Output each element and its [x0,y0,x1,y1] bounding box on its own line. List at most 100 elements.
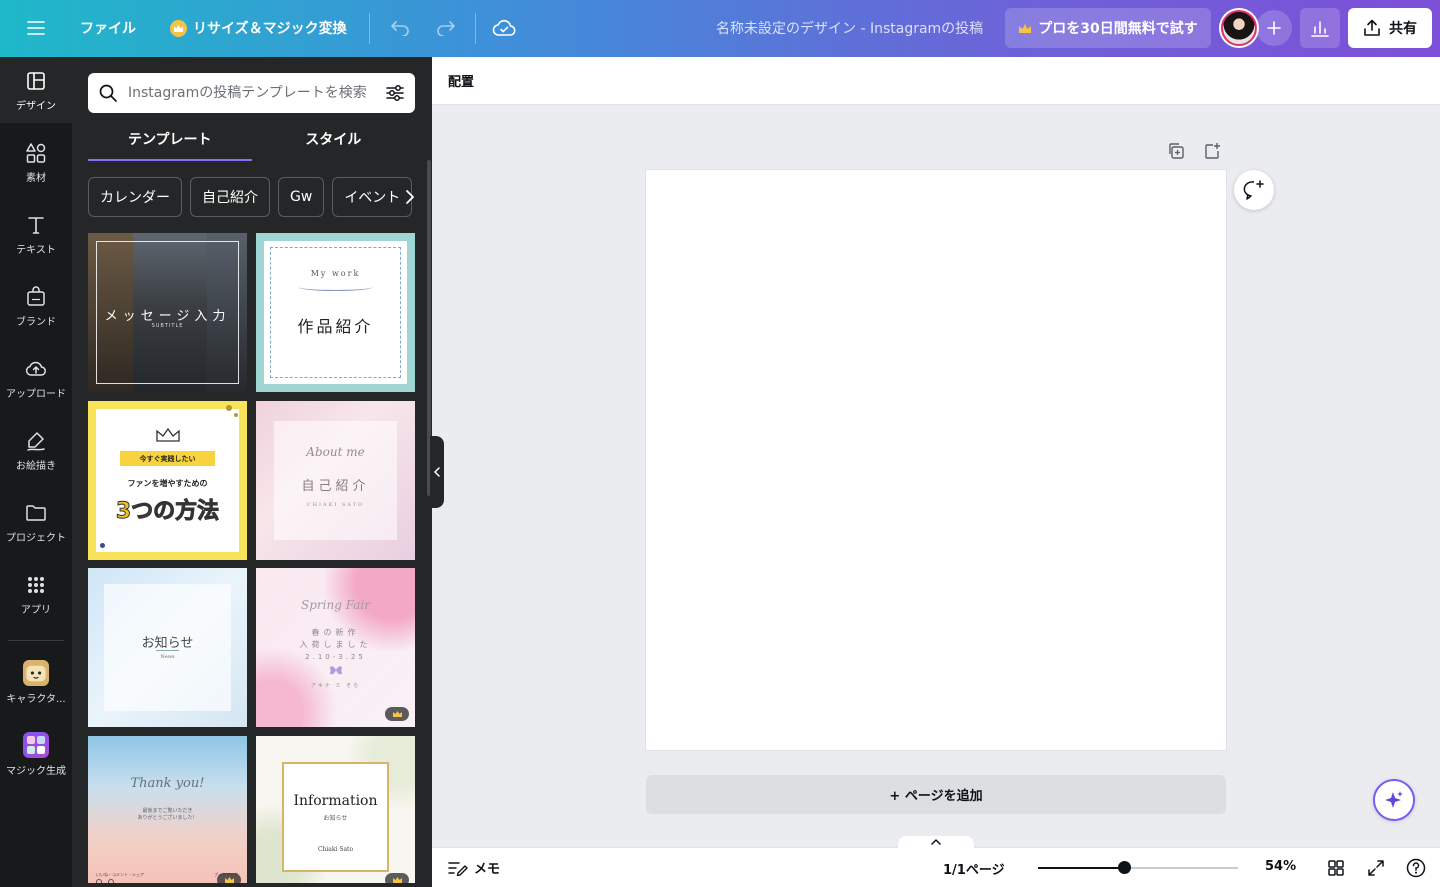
left-rail: デザイン 素材 テキスト ブランド アップロード お絵描き プロジェクト アプリ [0,57,72,887]
text-icon [28,216,44,234]
document-title[interactable]: 名称未設定のデザイン - Instagramの投稿 [716,17,983,39]
rail-item-label: アプリ [21,604,51,616]
zoom-level[interactable]: 54% [1265,859,1296,874]
duplicate-icon [1169,143,1184,159]
notes-label: メモ [474,862,501,877]
divider [369,13,370,44]
rail-item-upload[interactable]: アップロード [0,345,72,411]
template-subtitle: CHIAKI SATO [306,502,365,508]
avatar[interactable] [1219,8,1259,48]
template-kicker: Thank you! [130,776,205,791]
template-line: ファンを増やすための [127,479,208,488]
template-name: アキナ ミ そら [310,683,361,689]
templates-panel: テンプレート スタイル カレンダー 自己紹介 Gw イベント メッセージ入力 S… [72,57,432,887]
menu-button[interactable] [20,14,52,42]
template-card[interactable]: Spring Fair 春の新作 入荷しました 2.10-3.25 アキナ ミ … [256,568,415,727]
template-card[interactable]: Thank you! 最後までご覧いただき ありがとうございました！ いいね・コ… [88,736,247,883]
rail-item-brand[interactable]: ブランド [0,273,72,339]
rail-item-elements[interactable]: 素材 [0,129,72,195]
zoom-slider[interactable] [1038,861,1238,874]
share-upload-icon [1364,19,1380,36]
share-button[interactable]: 共有 [1348,8,1432,48]
cloud-check-icon [492,19,516,36]
category-chips: カレンダー 自己紹介 Gw イベント [88,177,415,217]
sparkle-icon [1385,791,1403,808]
divider [475,13,476,44]
template-line2: 入荷しました [299,640,372,649]
rail-item-label: キャラクタ... [6,693,66,705]
layout-icon [27,71,45,90]
rail-item-design[interactable]: デザイン [0,57,72,123]
rail-item-label: お絵描き [16,460,56,472]
save-status-button[interactable] [489,14,519,42]
template-card[interactable]: 今すぐ実践したい ファンを増やすための 3つの方法 [88,401,247,560]
template-card[interactable]: About me 自己紹介 CHIAKI SATO [256,401,415,560]
rail-item-projects[interactable]: プロジェクト [0,489,72,555]
file-menu-button[interactable]: ファイル [80,17,136,39]
fullscreen-button[interactable] [1365,857,1387,879]
template-name: Chiaki Sato [317,846,354,853]
chip-gw[interactable]: Gw [278,177,325,217]
template-date: 2.10-3.25 [305,653,366,661]
notes-button[interactable]: メモ [448,858,500,877]
chips-next-button[interactable] [398,185,422,209]
grid-view-button[interactable] [1325,857,1347,879]
rail-item-magic-media[interactable]: マジック生成 [0,721,72,787]
crown-icon [224,877,234,883]
template-card[interactable]: メッセージ入力 SUBTITLE [88,233,247,392]
rail-item-apps[interactable]: アプリ [0,561,72,627]
tab-styles[interactable]: スタイル [252,129,416,161]
position-button[interactable]: 配置 [448,71,474,90]
template-kicker: My work [310,269,361,278]
rail-item-draw[interactable]: お絵描き [0,417,72,483]
invite-button[interactable] [1256,10,1292,46]
template-banner: 今すぐ実践したい [139,455,196,463]
magic-assistant-button[interactable] [1373,779,1415,821]
add-page-icon-button[interactable] [1201,140,1223,162]
shapes-icon [26,142,46,163]
resize-magic-button[interactable]: リサイズ＆マジック変換 [170,17,347,39]
rail-item-text[interactable]: テキスト [0,201,72,267]
brand-icon [27,285,45,306]
template-footer-left: いいね・コメント・シェア [96,872,144,877]
add-comment-button[interactable] [1234,170,1274,210]
template-card[interactable]: My work 作品紹介 [256,233,415,392]
chip-self-intro[interactable]: 自己紹介 [190,177,270,217]
top-bar: ファイル リサイズ＆マジック変換 名称未設定のデザイン - Instagramの… [0,0,1440,57]
template-card[interactable]: お知らせ News [88,568,247,727]
tab-templates[interactable]: テンプレート [88,129,252,161]
template-title: メッセージ入力 [104,309,231,324]
zoom-slider-handle[interactable] [1118,861,1131,874]
pro-trial-label: プロを30日間無料で試す [1038,21,1198,37]
help-icon [1406,858,1426,878]
context-toolbar: 配置 [432,57,1440,105]
chip-calendar[interactable]: カレンダー [88,177,182,217]
search-input[interactable] [128,85,375,101]
filter-icon[interactable] [385,83,405,103]
apps-icon [28,576,44,593]
add-page-button[interactable]: + ページを追加 [646,775,1226,814]
pro-trial-button[interactable]: プロを30日間無料で試す [1005,8,1211,48]
template-title: 3つの方法 [115,499,220,525]
rail-item-label: アップロード [6,388,66,400]
template-search[interactable] [88,73,415,113]
undo-button[interactable] [386,14,414,42]
redo-button[interactable] [432,14,460,42]
draw-icon [27,431,45,451]
help-button[interactable] [1405,857,1427,879]
template-title: お知らせ [141,636,194,651]
rail-item-character-app[interactable]: キャラクタ... [0,649,72,715]
divider [8,640,64,641]
page-indicator[interactable]: 1/1ページ [943,859,1005,878]
collapse-panel-button[interactable] [430,436,444,508]
bottom-bar: メモ 1/1ページ 54% [432,836,1440,887]
design-page-canvas[interactable] [646,170,1226,750]
duplicate-page-button[interactable] [1165,140,1187,162]
pro-crown-badge [385,707,409,721]
template-card[interactable]: Information お知らせ Chiaki Sato [256,736,415,883]
insights-button[interactable] [1300,8,1340,48]
show-pages-button[interactable] [898,836,974,848]
template-title: 自己紹介 [301,479,370,494]
magic-media-icon [23,731,49,758]
chevron-up-icon [931,839,941,845]
